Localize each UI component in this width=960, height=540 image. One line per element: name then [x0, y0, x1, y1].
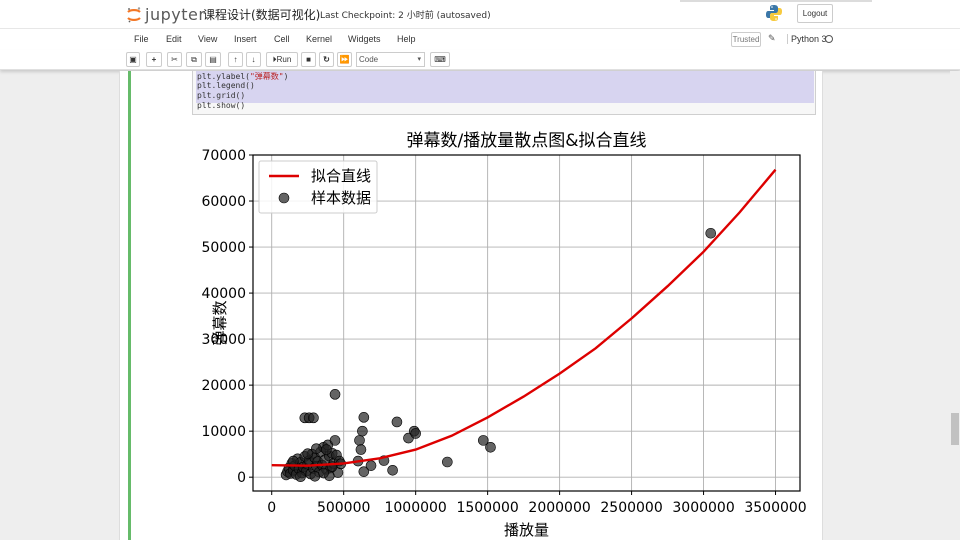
x-tick-label: 500000: [317, 500, 370, 516]
y-tick-label: 60000: [201, 194, 246, 210]
menu-view[interactable]: View: [198, 34, 217, 44]
edit-pencil-icon[interactable]: ✎: [768, 33, 776, 44]
save-icon[interactable]: ▣: [126, 52, 140, 67]
legend-label-fit: 拟合直线: [311, 167, 371, 185]
logo-text: jupyter: [145, 5, 206, 24]
python-logo-icon: [764, 3, 784, 23]
paste-icon[interactable]: ▤: [205, 52, 221, 67]
data-point: [391, 416, 403, 428]
y-tick-label: 20000: [201, 378, 246, 394]
move-down-icon[interactable]: ↓: [246, 52, 261, 67]
x-tick-label: 2500000: [600, 500, 662, 516]
data-point: [357, 425, 368, 437]
header-divider: [680, 0, 872, 2]
insert-cell-icon[interactable]: +: [146, 52, 162, 67]
x-tick-label: 1000000: [384, 500, 446, 516]
code-selection: [196, 71, 814, 103]
run-label: Run: [276, 55, 292, 64]
page-scrollbar-track[interactable]: [950, 71, 960, 540]
data-point: [355, 444, 367, 455]
menu-edit[interactable]: Edit: [166, 34, 182, 44]
data-point: [318, 467, 329, 479]
legend-label-samples: 样本数据: [311, 189, 371, 207]
keyboard-icon[interactable]: ⌨: [430, 52, 450, 67]
menu-insert[interactable]: Insert: [234, 34, 257, 44]
logout-button[interactable]: Logout: [797, 4, 833, 23]
trusted-indicator[interactable]: Trusted: [731, 32, 761, 47]
data-point: [410, 428, 421, 439]
data-point: [354, 435, 365, 446]
run-button[interactable]: ⏵Run: [266, 52, 298, 67]
page-scrollbar-thumb[interactable]: [951, 413, 959, 445]
y-axis-label: 弹幕数: [211, 300, 229, 345]
y-tick-label: 70000: [201, 148, 246, 164]
cell-type-select[interactable]: Code ▾: [356, 52, 425, 67]
code-line: plt.legend(): [197, 81, 255, 90]
copy-icon[interactable]: ⧉: [186, 52, 202, 67]
code-line: plt.grid(): [197, 91, 246, 100]
menu-widgets[interactable]: Widgets: [348, 34, 381, 44]
notebook-title[interactable]: 课程设计(数据可视化): [203, 6, 320, 23]
jupyter-logo[interactable]: jupyter: [126, 5, 205, 24]
cut-icon[interactable]: ✂: [167, 52, 182, 67]
data-point: [311, 443, 322, 454]
data-point: [329, 435, 341, 446]
data-point: [387, 464, 398, 476]
notebook-header: jupyter 课程设计(数据可视化) Last Checkpoint: 2 小…: [0, 0, 960, 28]
jupyter-logo-icon: [126, 6, 142, 23]
menu-file[interactable]: File: [134, 34, 149, 44]
data-point: [329, 389, 341, 400]
restart-run-all-icon[interactable]: ⏩: [337, 52, 352, 67]
chart-title: 弹幕数/播放量散点图&拟合直线: [407, 131, 647, 151]
y-tick-label: 10000: [201, 424, 246, 440]
x-tick-label: 0: [267, 500, 276, 516]
y-tick-label: 50000: [201, 240, 246, 256]
data-point: [485, 441, 496, 453]
data-point: [321, 444, 332, 455]
scatter-chart: 0 500000 1000000 1500000 2000000 2500000 30000…: [190, 122, 820, 540]
cell-type-value: Code: [359, 55, 379, 64]
data-point: [705, 227, 717, 239]
interrupt-icon[interactable]: ■: [301, 52, 316, 67]
menu-help[interactable]: Help: [397, 34, 416, 44]
selected-cell-indicator: [128, 71, 131, 540]
code-cell-input[interactable]: plt.ylabel("弹幕数") plt.legend() plt.grid(…: [192, 71, 816, 115]
x-tick-label: 3000000: [672, 500, 734, 516]
y-tick-label: 0: [237, 470, 246, 486]
data-point: [302, 448, 313, 460]
x-tick-label: 3500000: [744, 500, 806, 516]
legend-point-swatch: [278, 192, 290, 204]
data-point: [308, 412, 319, 424]
kernel-idle-icon: [825, 35, 833, 43]
x-tick-label: 2000000: [528, 500, 590, 516]
code-line: plt.show(): [197, 101, 246, 110]
menu-kernel[interactable]: Kernel: [306, 34, 332, 44]
x-tick-label: 1500000: [456, 500, 518, 516]
restart-icon[interactable]: ↻: [319, 52, 334, 67]
y-tick-label: 40000: [201, 286, 246, 302]
menubar: File Edit View Insert Cell Kernel Widget…: [0, 28, 960, 50]
chevron-down-icon: ▾: [417, 56, 421, 63]
data-point: [295, 471, 306, 483]
menu-cell[interactable]: Cell: [274, 34, 290, 44]
x-axis-label: 播放量: [504, 521, 549, 539]
data-point: [365, 460, 377, 471]
move-up-icon[interactable]: ↑: [228, 52, 243, 67]
checkpoint-status: Last Checkpoint: 2 小时前 (autosaved): [320, 11, 491, 21]
kernel-name[interactable]: Python 3: [787, 34, 827, 44]
data-point: [442, 456, 453, 468]
toolbar: ▣ + ✂ ⧉ ▤ ↑ ↓ ⏵Run ■ ↻ ⏩ Code ▾ ⌨: [0, 50, 960, 70]
data-point: [358, 412, 370, 423]
